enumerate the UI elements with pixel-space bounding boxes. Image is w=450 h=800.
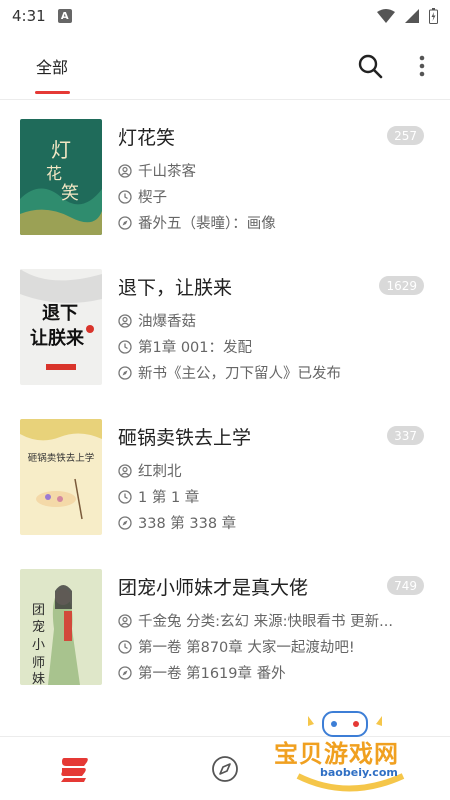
- book-author: 千金兔 分类:玄幻 来源:快眼看书 更新...: [138, 614, 393, 630]
- book-author: 油爆香菇: [138, 314, 196, 330]
- watermark-text: 宝贝游戏网: [274, 740, 399, 768]
- top-app-bar: 全部: [0, 32, 450, 100]
- unread-count-badge: 337: [387, 426, 424, 445]
- svg-text:师: 师: [32, 656, 45, 671]
- book-item[interactable]: 退下 让朕来 退下，让朕来 1629 油爆香菇 第1章 001：发配 新书《主公…: [0, 251, 450, 401]
- compass-icon: [118, 215, 132, 230]
- book-last-read: 楔子: [138, 190, 167, 206]
- more-vert-icon[interactable]: [412, 52, 432, 80]
- book-latest-chapter: 第一卷 第1619章 番外: [138, 666, 286, 682]
- book-last-read-row: 第一卷 第870章 大家一起渡劫吧!: [118, 636, 418, 657]
- clock-icon: [118, 489, 132, 504]
- watermark-url: baobeiy.com: [320, 766, 398, 779]
- svg-text:小: 小: [32, 638, 45, 653]
- unread-count-badge: 257: [387, 126, 424, 145]
- discover-nav-icon[interactable]: [211, 755, 239, 783]
- unread-count-badge: 1629: [379, 276, 424, 295]
- person-icon: [118, 163, 132, 178]
- book-cover: 灯 花 笑: [20, 119, 102, 235]
- person-icon: [118, 313, 132, 328]
- book-cover: 砸锅卖铁去上学: [20, 419, 102, 535]
- svg-text:砸锅卖铁去上学: 砸锅卖铁去上学: [28, 452, 95, 464]
- unread-count-badge: 749: [387, 576, 424, 595]
- book-last-read-row: 1 第 1 章: [118, 486, 418, 507]
- svg-text:宠: 宠: [32, 619, 45, 635]
- wifi-icon: [377, 9, 395, 23]
- book-latest-row: 番外五（裴曈）：画像: [118, 212, 418, 233]
- svg-text:让朕来: 让朕来: [30, 327, 85, 349]
- book-item[interactable]: 灯 花 笑 灯花笑 257 千山茶客 楔子 番外五（裴曈）：画像: [0, 101, 450, 251]
- bookshelf-nav-icon[interactable]: [58, 756, 90, 784]
- book-author-row: 千山茶客: [118, 160, 418, 181]
- compass-icon: [118, 665, 132, 680]
- clock-icon: [118, 189, 132, 204]
- book-latest-row: 338 第 338 章: [118, 512, 418, 533]
- book-title: 退下，让朕来: [118, 277, 233, 299]
- clock-icon: [118, 639, 132, 654]
- book-last-read: 1 第 1 章: [138, 490, 200, 506]
- book-item[interactable]: 砸锅卖铁去上学 砸锅卖铁去上学 337 红刺北 1 第 1 章 338 第 33…: [0, 401, 450, 551]
- book-title: 团宠小师妹才是真大佬: [118, 577, 309, 599]
- tab-indicator: [35, 91, 70, 94]
- book-cover: 团 宠 小 师 妹: [20, 569, 102, 685]
- book-latest-chapter: 番外五（裴曈）：画像: [138, 216, 276, 232]
- book-last-read-row: 楔子: [118, 186, 418, 207]
- compass-icon: [118, 515, 132, 530]
- signal-icon: [405, 9, 419, 23]
- book-author-row: 油爆香菇: [118, 310, 418, 331]
- watermark-logo: 宝贝游戏网 baobeiy.com: [268, 706, 428, 796]
- status-bar: 4:31 A: [0, 0, 450, 32]
- book-title: 砸锅卖铁去上学: [118, 427, 252, 449]
- search-icon[interactable]: [356, 52, 384, 80]
- book-title: 灯花笑: [118, 127, 176, 149]
- notification-icon: A: [57, 9, 72, 23]
- svg-text:笑: 笑: [61, 183, 79, 204]
- book-author: 千山茶客: [138, 164, 196, 180]
- svg-text:花: 花: [46, 164, 62, 183]
- book-latest-row: 新书《主公，刀下留人》已发布: [118, 362, 418, 383]
- person-icon: [118, 463, 132, 478]
- status-time: 4:31: [12, 7, 46, 25]
- person-icon: [118, 613, 132, 628]
- book-latest-row: 第一卷 第1619章 番外: [118, 662, 418, 683]
- book-item[interactable]: 团 宠 小 师 妹 团宠小师妹才是真大佬 749 千金兔 分类:玄幻 来源:快眼…: [0, 551, 450, 701]
- book-cover: 退下 让朕来: [20, 269, 102, 385]
- clock-icon: [118, 339, 132, 354]
- svg-text:退下: 退下: [42, 303, 78, 324]
- book-author-row: 千金兔 分类:玄幻 来源:快眼看书 更新...: [118, 610, 418, 631]
- book-last-read: 第一卷 第870章 大家一起渡劫吧!: [138, 640, 355, 656]
- book-latest-chapter: 338 第 338 章: [138, 516, 237, 532]
- book-author: 红刺北: [138, 464, 182, 480]
- battery-icon: [429, 8, 438, 24]
- book-latest-chapter: 新书《主公，刀下留人》已发布: [138, 366, 341, 382]
- svg-text:灯: 灯: [51, 138, 71, 162]
- book-last-read: 第1章 001：发配: [138, 340, 253, 356]
- compass-icon: [118, 365, 132, 380]
- book-author-row: 红刺北: [118, 460, 418, 481]
- svg-text:妹: 妹: [32, 672, 45, 685]
- svg-text:团: 团: [32, 603, 45, 618]
- book-last-read-row: 第1章 001：发配: [118, 336, 418, 357]
- tab-all[interactable]: 全部: [36, 54, 68, 78]
